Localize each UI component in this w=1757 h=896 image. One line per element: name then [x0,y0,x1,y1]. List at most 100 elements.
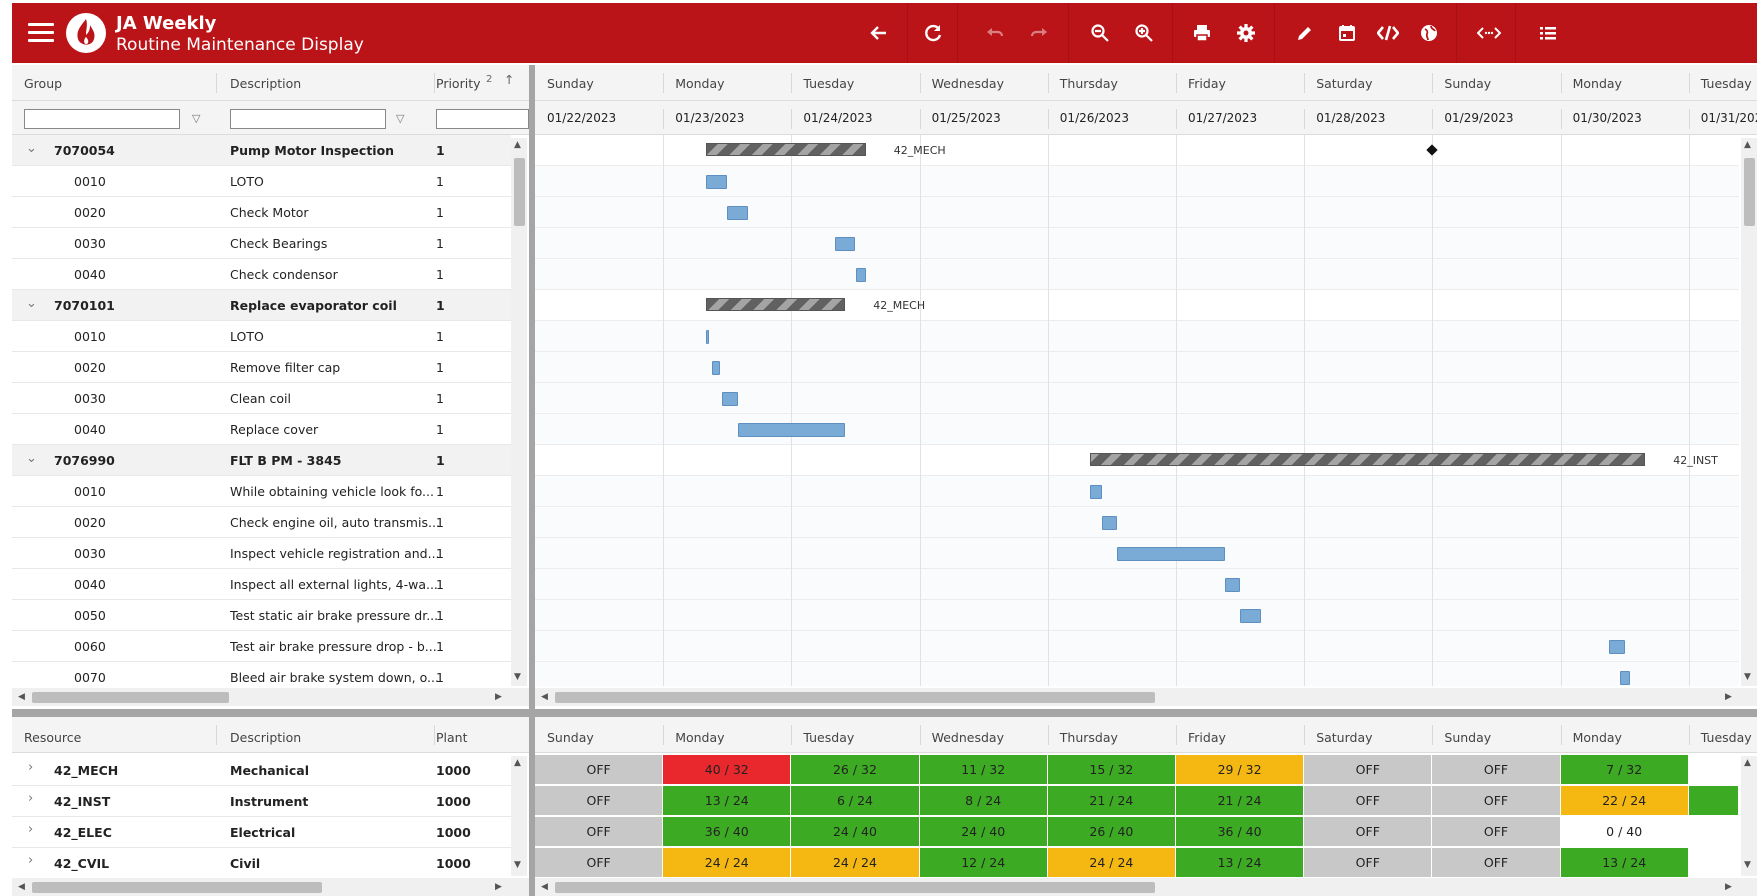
col-plant-header[interactable]: Plant [436,730,468,745]
chevron-right-icon[interactable]: › [28,760,33,775]
horizontal-splitter[interactable] [12,709,1757,717]
task-bar[interactable] [711,361,720,375]
settings-icon[interactable] [1231,18,1261,48]
task-row[interactable]: 0030 Inspect vehicle registration and... 1 [12,538,511,569]
col-description-header[interactable]: Description [230,76,301,91]
capacity-day-header: Sunday Monday Tuesday Wednesday Thursday Frid… [535,717,1757,753]
task-row[interactable]: 0040 Inspect all external lights, 4-wa...… [12,569,511,600]
task-row[interactable]: 0020 Remove filter cap 1 [12,352,511,383]
task-bar[interactable] [727,206,748,220]
col-resource-header[interactable]: Resource [24,730,81,745]
code-icon[interactable] [1373,18,1403,48]
task-bar[interactable] [722,392,738,406]
day-label: Tuesday [803,76,855,91]
scroll-thumb[interactable] [555,882,1155,893]
task-row[interactable]: 0040 Check condensor 1 [12,259,511,290]
day-label: Monday [1572,730,1622,745]
task-row[interactable]: 0020 Check Motor 1 [12,197,511,228]
group-filter-input[interactable] [24,109,180,129]
task-bar[interactable] [1240,609,1261,623]
task-row[interactable]: 0020 Check engine oil, auto transmis... 1 [12,507,511,538]
sort-ascending-icon[interactable]: ↑ [504,72,514,87]
chevron-right-icon[interactable]: › [28,791,33,806]
task-row[interactable]: 0010 LOTO 1 [12,321,511,352]
task-grid-hscrollbar[interactable]: ◀ ▶ [12,688,529,706]
task-bar[interactable] [705,330,710,344]
column-separator [1047,725,1049,745]
resource-row[interactable]: › 42_MECH Mechanical 1000 [12,755,511,786]
group-row[interactable]: ⌄ 7076990 FLT B PM - 3845 1 [12,445,511,476]
gantt-row [535,228,1739,259]
scroll-thumb[interactable] [555,692,1155,703]
task-bar[interactable] [1090,485,1102,499]
task-bar[interactable] [1224,578,1241,592]
task-bar[interactable] [1117,547,1225,561]
redo-icon[interactable] [1024,18,1054,48]
edit-icon[interactable] [1290,18,1320,48]
task-row[interactable]: 0050 Test static air brake pressure dr...… [12,600,511,631]
resource-hscrollbar[interactable]: ◀ ▶ [12,878,529,896]
chevron-down-icon[interactable]: ⌄ [26,451,37,466]
gantt-row [535,631,1739,662]
group-cell: 0060 [74,639,106,654]
resource-row[interactable]: › 42_CVIL Civil 1000 [12,848,511,879]
chevron-right-icon[interactable]: › [28,853,33,868]
undo-icon[interactable] [980,18,1010,48]
col-priority-header[interactable]: Priority [436,76,481,91]
summary-bar[interactable] [705,143,866,156]
chevron-down-icon[interactable]: ⌄ [26,296,37,311]
column-separator [919,73,921,93]
back-arrow-icon[interactable] [864,18,894,48]
task-row[interactable]: 0030 Clean coil 1 [12,383,511,414]
task-bar[interactable] [855,268,866,282]
globe-icon[interactable] [1414,18,1444,48]
task-bar[interactable] [1101,516,1118,530]
calendar-icon[interactable] [1332,18,1362,48]
task-bar[interactable] [1619,671,1630,685]
gantt-vscrollbar[interactable]: ▲ ▼ [1741,138,1757,686]
summary-bar[interactable] [1090,453,1646,466]
summary-bar[interactable] [705,298,846,311]
filter-icon[interactable]: ▽ [396,112,404,125]
col-group-header[interactable]: Group [24,76,62,91]
expand-horizontal-icon[interactable] [1474,18,1504,48]
chevron-down-icon[interactable]: ⌄ [26,141,37,156]
group-cell: 0020 [74,515,106,530]
priority-filter-input[interactable] [436,109,529,129]
description-filter-input[interactable] [230,109,386,129]
scroll-thumb[interactable] [514,158,525,226]
task-bar[interactable] [834,237,856,251]
scroll-thumb[interactable] [1744,158,1755,226]
capacity-cell: OFF [535,786,664,816]
capacity-cell: 24 / 24 [663,848,792,878]
task-bar[interactable] [737,423,846,437]
task-row[interactable]: 0030 Check Bearings 1 [12,228,511,259]
task-row[interactable]: 0010 LOTO 1 [12,166,511,197]
task-row[interactable]: 0060 Test air brake pressure drop - b... 1 [12,631,511,662]
menu-icon[interactable] [28,23,54,43]
resource-vscrollbar[interactable]: ▲ ▼ [511,756,527,876]
task-bar[interactable] [1609,640,1625,654]
task-row[interactable]: 0040 Replace cover 1 [12,414,511,445]
scroll-thumb[interactable] [32,692,229,703]
column-separator [1047,73,1049,93]
print-icon[interactable] [1187,18,1217,48]
capacity-vscrollbar[interactable]: ▲ ▼ [1741,756,1757,876]
task-bar[interactable] [705,175,728,189]
group-row[interactable]: ⌄ 7070101 Replace evaporator coil 1 [12,290,511,321]
task-grid-vscrollbar[interactable]: ▲ ▼ [511,138,527,686]
group-row[interactable]: ⌄ 7070054 Pump Motor Inspection 1 [12,135,511,166]
zoom-in-icon[interactable] [1129,18,1159,48]
col-description-header[interactable]: Description [230,730,301,745]
gantt-hscrollbar[interactable]: ◀ ▶ [535,688,1757,706]
zoom-out-icon[interactable] [1085,18,1115,48]
refresh-icon[interactable] [919,18,949,48]
chevron-right-icon[interactable]: › [28,822,33,837]
list-icon[interactable] [1533,18,1563,48]
task-row[interactable]: 0010 While obtaining vehicle look fo... 1 [12,476,511,507]
scroll-thumb[interactable] [32,882,322,893]
filter-icon[interactable]: ▽ [192,112,200,125]
capacity-hscrollbar[interactable]: ◀ ▶ [535,878,1757,896]
resource-row[interactable]: › 42_INST Instrument 1000 [12,786,511,817]
resource-row[interactable]: › 42_ELEC Electrical 1000 [12,817,511,848]
